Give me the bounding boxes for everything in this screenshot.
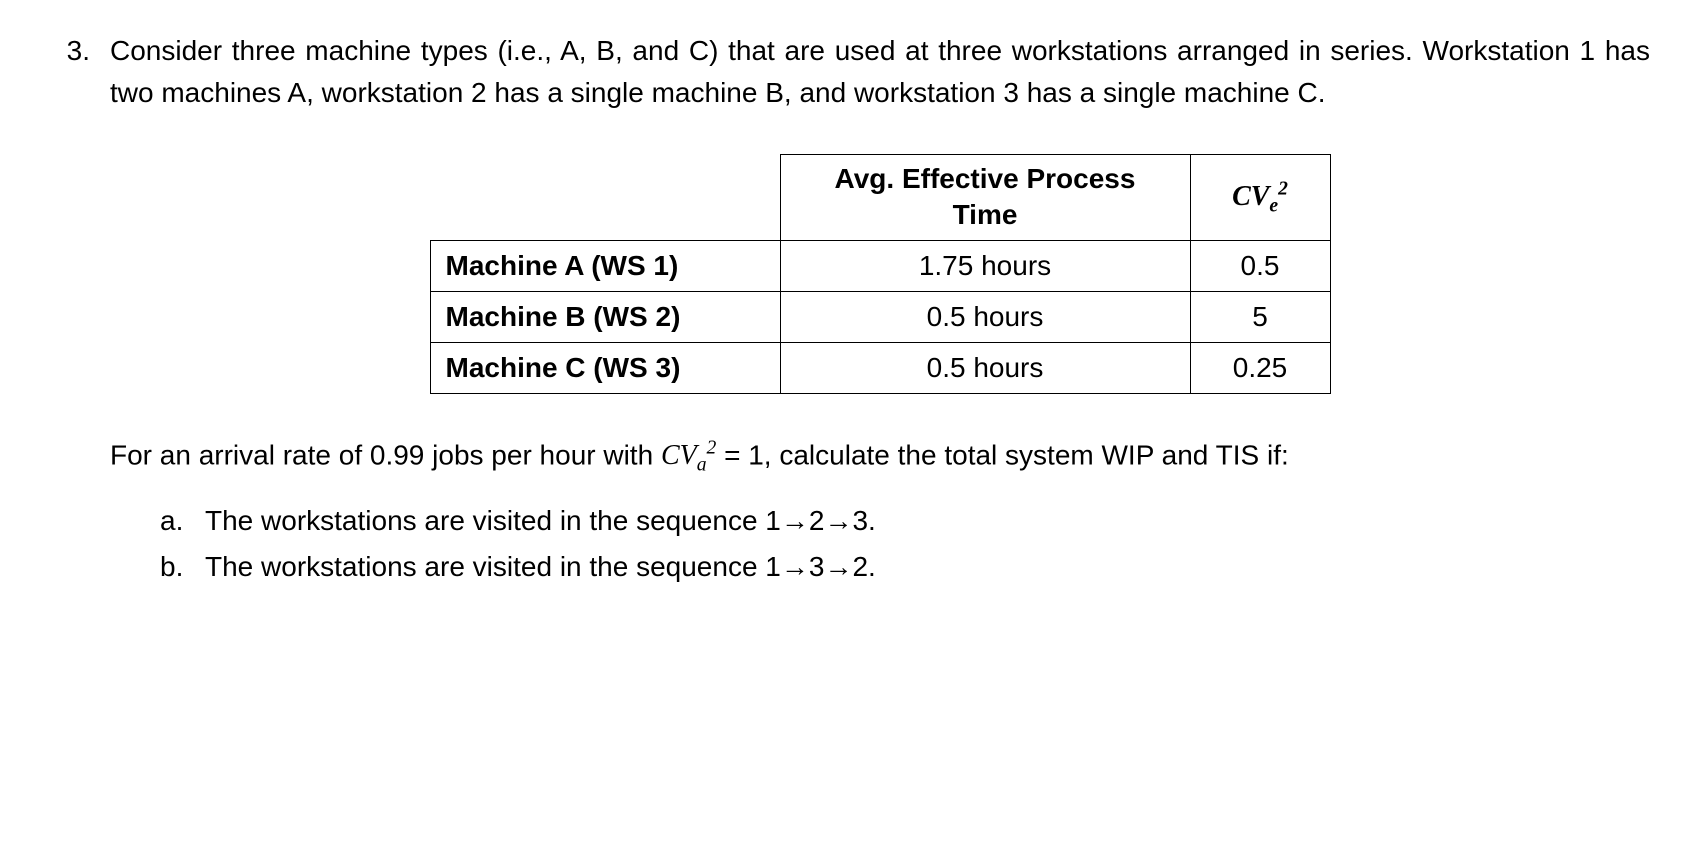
subpart-b: b. The workstations are visited in the s… [160, 546, 1650, 588]
problem-body: Consider three machine types (i.e., A, B… [110, 30, 1650, 592]
cv-text: CV [1232, 181, 1269, 212]
row-time-b: 0.5 hours [780, 291, 1190, 342]
header-cv: CVe2 [1190, 155, 1330, 241]
cv-sup: 2 [1278, 178, 1288, 199]
subpart-a: a. The workstations are visited in the s… [160, 500, 1650, 542]
table-row: Machine C (WS 3) 0.5 hours 0.25 [430, 342, 1330, 393]
row-time-a: 1.75 hours [780, 240, 1190, 291]
table-container: Avg. Effective Process Time CVe2 Machine… [110, 154, 1650, 394]
row-label-c: Machine C (WS 3) [430, 342, 780, 393]
subpart-b-text: The workstations are visited in the sequ… [205, 546, 876, 588]
cv-a-sup: 2 [707, 438, 717, 459]
problem-number: 3. [50, 30, 90, 592]
table-row: Machine A (WS 1) 1.75 hours 0.5 [430, 240, 1330, 291]
cv-a-sub: a [697, 455, 707, 476]
sub-b-mid: 3 [809, 551, 825, 582]
problem-container: 3. Consider three machine types (i.e., A… [50, 30, 1650, 592]
arrow-icon: → [781, 551, 809, 582]
sub-b-end: 2. [852, 551, 875, 582]
after-text-1: For an arrival rate of 0.99 jobs per hou… [110, 439, 661, 470]
sub-a-end: 3. [852, 505, 875, 536]
sub-a-before: The workstations are visited in the sequ… [205, 505, 781, 536]
data-table: Avg. Effective Process Time CVe2 Machine… [430, 154, 1331, 394]
row-cv-c: 0.25 [1190, 342, 1330, 393]
arrow-icon: → [824, 505, 852, 536]
after-text-2: , calculate the total system WIP and TIS… [764, 439, 1289, 470]
sub-b-before: The workstations are visited in the sequ… [205, 551, 781, 582]
row-cv-b: 5 [1190, 291, 1330, 342]
subpart-a-letter: a. [160, 500, 190, 542]
table-row: Machine B (WS 2) 0.5 hours 5 [430, 291, 1330, 342]
subpart-a-text: The workstations are visited in the sequ… [205, 500, 876, 542]
cv-sub: e [1269, 195, 1278, 216]
problem-intro: Consider three machine types (i.e., A, B… [110, 30, 1650, 114]
subpart-b-letter: b. [160, 546, 190, 588]
header-process-time: Avg. Effective Process Time [780, 155, 1190, 241]
arrow-icon: → [781, 505, 809, 536]
row-time-c: 0.5 hours [780, 342, 1190, 393]
row-cv-a: 0.5 [1190, 240, 1330, 291]
row-label-b: Machine B (WS 2) [430, 291, 780, 342]
arrow-icon: → [824, 551, 852, 582]
sub-a-mid: 2 [809, 505, 825, 536]
cv-a-text: CV [661, 440, 697, 471]
header-process-time-text: Avg. Effective Process Time [835, 163, 1136, 230]
empty-header-cell [430, 155, 780, 241]
eq-val: = 1 [716, 439, 763, 470]
subparts-list: a. The workstations are visited in the s… [110, 500, 1650, 588]
row-label-a: Machine A (WS 1) [430, 240, 780, 291]
after-table-text: For an arrival rate of 0.99 jobs per hou… [110, 434, 1650, 480]
table-header-row: Avg. Effective Process Time CVe2 [430, 155, 1330, 241]
